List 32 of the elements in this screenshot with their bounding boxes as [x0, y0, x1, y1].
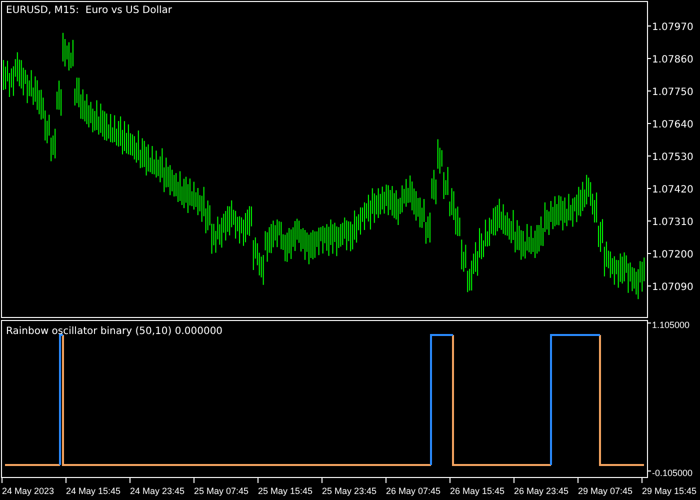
axis-label: 24 May 15:45 [66, 486, 121, 496]
axis-tick [646, 322, 652, 324]
axis-label: 1.07420 [652, 184, 694, 196]
axis-tick [646, 123, 652, 124]
axis-label: 1.07310 [652, 217, 694, 228]
axis-tick [646, 470, 652, 472]
axis-tick [646, 220, 652, 222]
chart-title: EURUSD, M15: Euro vs US Dollar [6, 5, 172, 16]
axis-label: 26 May 07:45 [386, 486, 441, 496]
axis-label: 26 May 15:45 [450, 486, 505, 496]
axis-label: 25 May 15:45 [258, 486, 313, 496]
axis-label: 29 May 07:45 [578, 486, 633, 496]
axis-label: 1.07530 [652, 152, 694, 163]
chart-title: Rainbow oscillator binary (50,10) 0.000000 [6, 326, 223, 337]
axis-label: 1.07200 [652, 250, 694, 260]
axis-label: 25 May 23:45 [322, 486, 377, 496]
axis-label: 26 May 23:45 [514, 486, 569, 496]
axis-tick [646, 188, 652, 189]
axis-label: 25 May 07:45 [194, 486, 249, 496]
axis-label: -0.105000 [652, 468, 693, 478]
axis-label: 24 May 2023 [2, 486, 54, 496]
axis-tick [646, 253, 652, 254]
axis-label: 1.07640 [652, 120, 694, 130]
axis-label: 1.105000 [652, 320, 690, 330]
axis-label: 1.07860 [652, 54, 694, 66]
axis-label: 29 May 15:45 [642, 486, 697, 496]
axis-label: 1.07750 [652, 87, 694, 98]
axis-tick [646, 90, 652, 92]
axis-tick [646, 58, 652, 59]
axis-label: 1.07090 [652, 282, 694, 293]
axis-label: 1.07970 [652, 22, 694, 33]
axis-label: 24 May 23:45 [130, 486, 185, 496]
